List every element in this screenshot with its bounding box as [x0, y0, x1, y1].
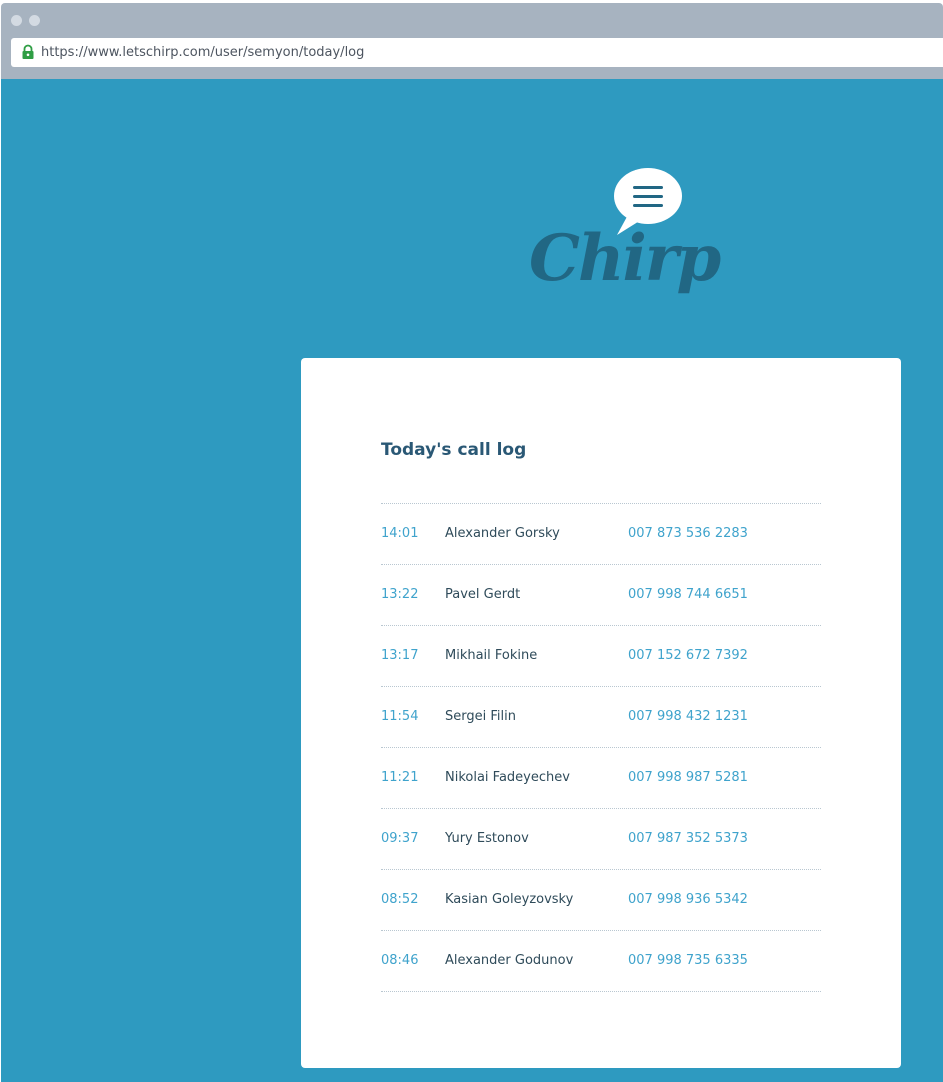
call-log-row[interactable]: 08:46 Alexander Godunov 007 998 735 6335: [381, 931, 821, 992]
call-log-row[interactable]: 11:54 Sergei Filin 007 998 432 1231: [381, 687, 821, 748]
call-time: 11:54: [381, 709, 419, 724]
call-log-row[interactable]: 13:17 Mikhail Fokine 007 152 672 7392: [381, 626, 821, 687]
card-title: Today's call log: [381, 440, 527, 460]
caller-phone[interactable]: 007 998 744 6651: [628, 565, 748, 625]
call-time: 08:52: [381, 892, 419, 907]
browser-chrome: https://www.letschirp.com/user/semyon/to…: [1, 3, 943, 79]
caller-name: Kasian Goleyzovsky: [445, 892, 574, 907]
call-log-card: Today's call log 14:01 Alexander Gorsky 00…: [301, 358, 901, 1068]
url-text: https://www.letschirp.com/user/semyon/to…: [41, 45, 365, 60]
call-time: 11:21: [381, 770, 419, 785]
caller-name: Yury Estonov: [445, 831, 529, 846]
call-log-list: 14:01 Alexander Gorsky 007 873 536 2283 13:…: [381, 503, 821, 992]
window-close-dot[interactable]: [11, 15, 22, 26]
caller-phone[interactable]: 007 987 352 5373: [628, 809, 748, 869]
call-time: 08:46: [381, 953, 419, 968]
logo-wordmark: Chirp: [529, 221, 721, 296]
call-log-row[interactable]: 11:21 Nikolai Fadeyechev 007 998 987 5281: [381, 748, 821, 809]
caller-name: Alexander Godunov: [445, 953, 574, 968]
caller-name: Alexander Gorsky: [445, 526, 560, 541]
call-time: 13:22: [381, 587, 419, 602]
call-time: 09:37: [381, 831, 419, 846]
address-bar[interactable]: https://www.letschirp.com/user/semyon/to…: [11, 38, 943, 67]
caller-name: Pavel Gerdt: [445, 587, 521, 602]
call-log-row[interactable]: 14:01 Alexander Gorsky 007 873 536 2283: [381, 504, 821, 565]
call-log-row[interactable]: 13:22 Pavel Gerdt 007 998 744 6651: [381, 565, 821, 626]
page-content: Chirp Today's call log 14:01 Alexander Go…: [1, 79, 943, 1082]
lock-icon: [20, 44, 36, 60]
caller-name: Mikhail Fokine: [445, 648, 538, 663]
call-time: 13:17: [381, 648, 419, 663]
caller-name: Sergei Filin: [445, 709, 516, 724]
call-log-row[interactable]: 08:52 Kasian Goleyzovsky 007 998 936 5342: [381, 870, 821, 931]
caller-phone[interactable]: 007 152 672 7392: [628, 626, 748, 686]
caller-phone[interactable]: 007 998 432 1231: [628, 687, 748, 747]
caller-phone[interactable]: 007 998 735 6335: [628, 931, 748, 991]
call-log-row[interactable]: 09:37 Yury Estonov 007 987 352 5373: [381, 809, 821, 870]
caller-phone[interactable]: 007 873 536 2283: [628, 504, 748, 564]
caller-name: Nikolai Fadeyechev: [445, 770, 570, 785]
window-minimize-dot[interactable]: [29, 15, 40, 26]
caller-phone[interactable]: 007 998 987 5281: [628, 748, 748, 808]
caller-phone[interactable]: 007 998 936 5342: [628, 870, 748, 930]
chirp-logo[interactable]: Chirp: [525, 167, 721, 315]
browser-window: https://www.letschirp.com/user/semyon/to…: [1, 3, 943, 1082]
call-time: 14:01: [381, 526, 419, 541]
